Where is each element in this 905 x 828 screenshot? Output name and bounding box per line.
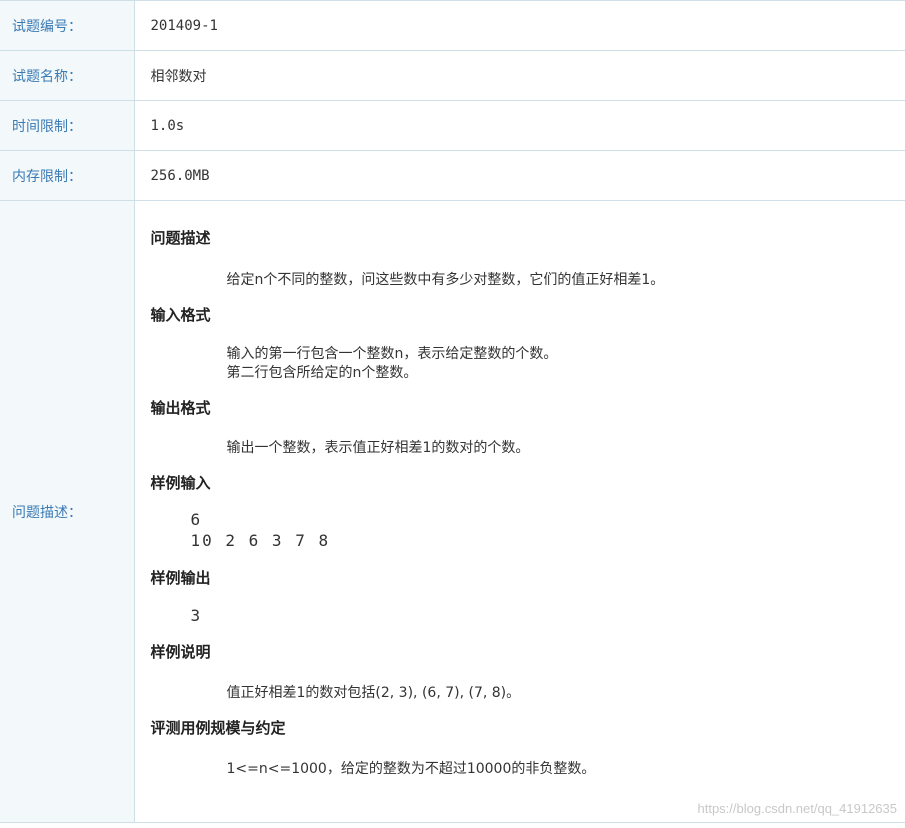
time-limit-value: 1.0s <box>134 100 905 151</box>
sample-input-title: 样例输入 <box>150 474 211 492</box>
problem-id-label: 试题编号： <box>0 0 135 51</box>
input-line-2: 第二行包含所给定的n个整数。 <box>226 365 418 381</box>
sample-explain-text: 值正好相差1的数对包括(2, 3), (6, 7), (7, 8)。 <box>226 685 521 701</box>
description-label: 问题描述： <box>0 200 135 823</box>
problem-id-row: 试题编号： 201409-1 <box>0 0 905 51</box>
constraints-title: 评测用例规模与约定 <box>150 719 286 737</box>
sample-output-title: 样例输出 <box>150 569 211 587</box>
constraints-text: 1<=n<=1000，给定的整数为不超过10000的非负整数。 <box>226 761 596 777</box>
sample-input-line-2: 10 2 6 3 7 8 <box>190 531 331 550</box>
time-limit-row: 时间限制： 1.0s <box>0 100 905 151</box>
sample-output-value: 3 <box>190 606 203 625</box>
problem-info-table: 试题编号： 201409-1 试题名称： 相邻数对 时间限制： 1.0s 内存限… <box>0 0 905 823</box>
input-section-title: 输入格式 <box>150 306 211 324</box>
problem-name-value: 相邻数对 <box>134 50 905 101</box>
output-text: 输出一个整数，表示值正好相差1的数对的个数。 <box>226 440 530 456</box>
problem-section-title: 问题描述 <box>150 229 211 247</box>
problem-id-value: 201409-1 <box>134 0 905 51</box>
description-content: 问题描述 给定n个不同的整数，问这些数中有多少对整数，它们的值正好相差1。 输入… <box>134 200 905 823</box>
problem-text: 给定n个不同的整数，问这些数中有多少对整数，它们的值正好相差1。 <box>226 272 665 288</box>
memory-limit-label: 内存限制： <box>0 150 135 201</box>
sample-explain-title: 样例说明 <box>150 643 211 661</box>
input-line-1: 输入的第一行包含一个整数n，表示给定整数的个数。 <box>226 346 558 362</box>
memory-limit-value: 256.0MB <box>134 150 905 201</box>
description-row: 问题描述： 问题描述 给定n个不同的整数，问这些数中有多少对整数，它们的值正好相… <box>0 200 905 823</box>
csdn-watermark: https://blog.csdn.net/qq_41912635 <box>697 801 898 816</box>
memory-limit-row: 内存限制： 256.0MB <box>0 150 905 201</box>
problem-name-label: 试题名称： <box>0 50 135 101</box>
time-limit-label: 时间限制： <box>0 100 135 151</box>
output-section-title: 输出格式 <box>150 399 211 417</box>
sample-input-line-1: 6 <box>190 510 203 529</box>
problem-name-row: 试题名称： 相邻数对 <box>0 50 905 101</box>
